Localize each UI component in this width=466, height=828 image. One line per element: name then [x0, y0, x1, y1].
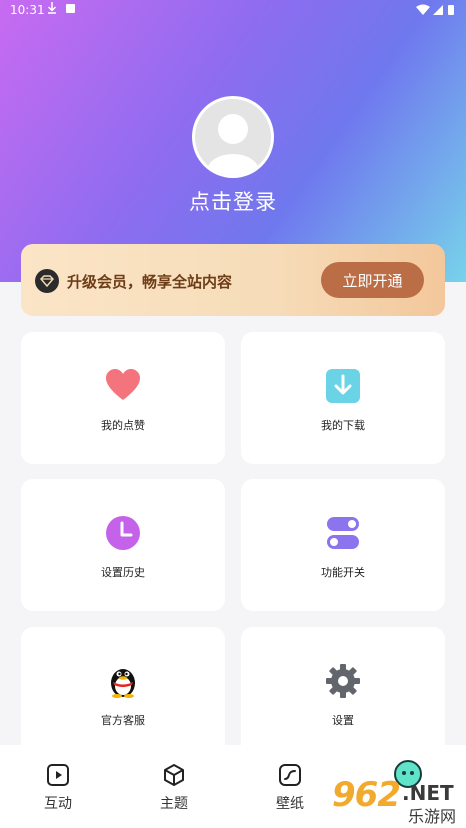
toggle-icon — [327, 517, 359, 549]
profile-header: 10:31 点击登录 — [0, 0, 466, 282]
default-avatar-icon — [195, 99, 271, 175]
card-my-downloads[interactable]: 我的下载 — [241, 332, 445, 464]
play-icon — [47, 764, 69, 786]
watermark-number: 962 — [332, 775, 401, 815]
download-icon — [326, 369, 360, 403]
watermark-cn: 乐游网 — [408, 807, 457, 826]
clock-icon — [106, 516, 140, 550]
card-settings[interactable]: 设置 — [241, 627, 445, 759]
card-my-likes[interactable]: 我的点赞 — [21, 332, 225, 464]
qq-penguin-icon — [111, 669, 135, 698]
vip-banner[interactable]: 升级会员，畅享全站内容 立即开通 — [21, 244, 445, 316]
watermark-net: .NET — [402, 781, 454, 805]
wallpaper-icon — [279, 764, 301, 786]
wifi-signal-battery-icons — [416, 4, 454, 15]
app-status-icon — [66, 4, 75, 13]
card-label: 我的点赞 — [101, 419, 145, 432]
diamond-icon — [35, 269, 59, 293]
nav-tab-interaction[interactable]: 互动 — [28, 763, 88, 813]
gear-icon — [326, 664, 360, 698]
card-settings-history[interactable]: 设置历史 — [21, 479, 225, 611]
card-feature-switch[interactable]: 功能开关 — [241, 479, 445, 611]
card-label: 设置历史 — [101, 566, 145, 579]
nav-label: 主题 — [160, 796, 188, 812]
card-label: 设置 — [332, 714, 354, 727]
card-label: 功能开关 — [321, 566, 365, 579]
cube-icon — [164, 764, 184, 786]
site-watermark: 962 .NET 乐游网 — [332, 775, 462, 826]
card-label: 我的下载 — [321, 419, 365, 432]
nav-label: 壁纸 — [276, 796, 304, 812]
nav-label: 互动 — [44, 796, 72, 812]
card-customer-service[interactable]: 官方客服 — [21, 627, 225, 759]
status-bar: 10:31 — [0, 0, 466, 20]
heart-icon — [106, 369, 140, 400]
card-label: 官方客服 — [101, 714, 145, 727]
avatar[interactable] — [192, 96, 274, 178]
vip-banner-text: 升级会员，畅享全站内容 — [67, 273, 233, 291]
nav-tab-themes[interactable]: 主题 — [144, 763, 204, 813]
status-time: 10:31 — [10, 3, 45, 17]
download-status-icon — [47, 2, 57, 14]
nav-tab-wallpaper[interactable]: 壁纸 — [260, 763, 320, 813]
login-link[interactable]: 点击登录 — [0, 186, 466, 216]
activate-vip-button[interactable]: 立即开通 — [321, 262, 424, 298]
